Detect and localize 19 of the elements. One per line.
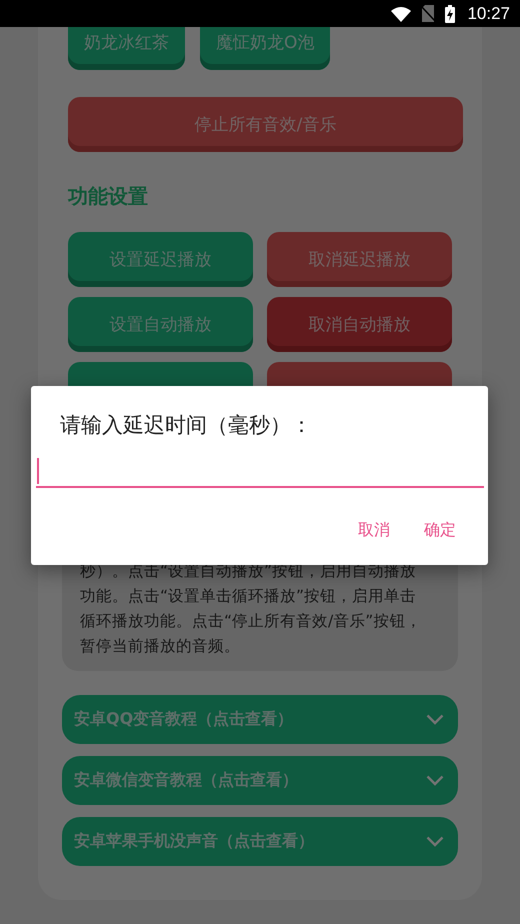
sound-button[interactable]: 魔怔奶龙O泡 (200, 27, 330, 70)
accordion-title: 安卓QQ变音教程（点击查看） (74, 709, 294, 730)
accordion-title: 安卓苹果手机没声音（点击查看） (74, 831, 314, 852)
setting-button[interactable]: 取消自动播放 (267, 297, 452, 352)
section-heading: 功能设置 (68, 183, 149, 210)
dialog-title: 请输入延迟时间（毫秒）： (60, 412, 313, 439)
dialog-button[interactable]: 取消 (346, 514, 402, 547)
dialog-button[interactable]: 确定 (412, 514, 468, 547)
sound-button[interactable]: 奶龙冰红茶 (68, 27, 185, 70)
setting-button[interactable]: 设置自动播放 (68, 297, 253, 352)
clock: 10:27 (467, 4, 510, 24)
wifi-icon (391, 6, 412, 22)
setting-button[interactable]: 设置延迟播放 (68, 232, 253, 287)
accordion-title: 安卓微信变音教程（点击查看） (74, 770, 298, 791)
no-sim-icon (421, 5, 436, 22)
tutorial-accordion[interactable]: 安卓QQ变音教程（点击查看） (62, 695, 458, 744)
battery-charging-icon (445, 4, 456, 22)
tutorial-accordion[interactable]: 安卓微信变音教程（点击查看） (62, 756, 458, 805)
tutorial-accordion[interactable]: 安卓苹果手机没声音（点击查看） (62, 817, 458, 866)
